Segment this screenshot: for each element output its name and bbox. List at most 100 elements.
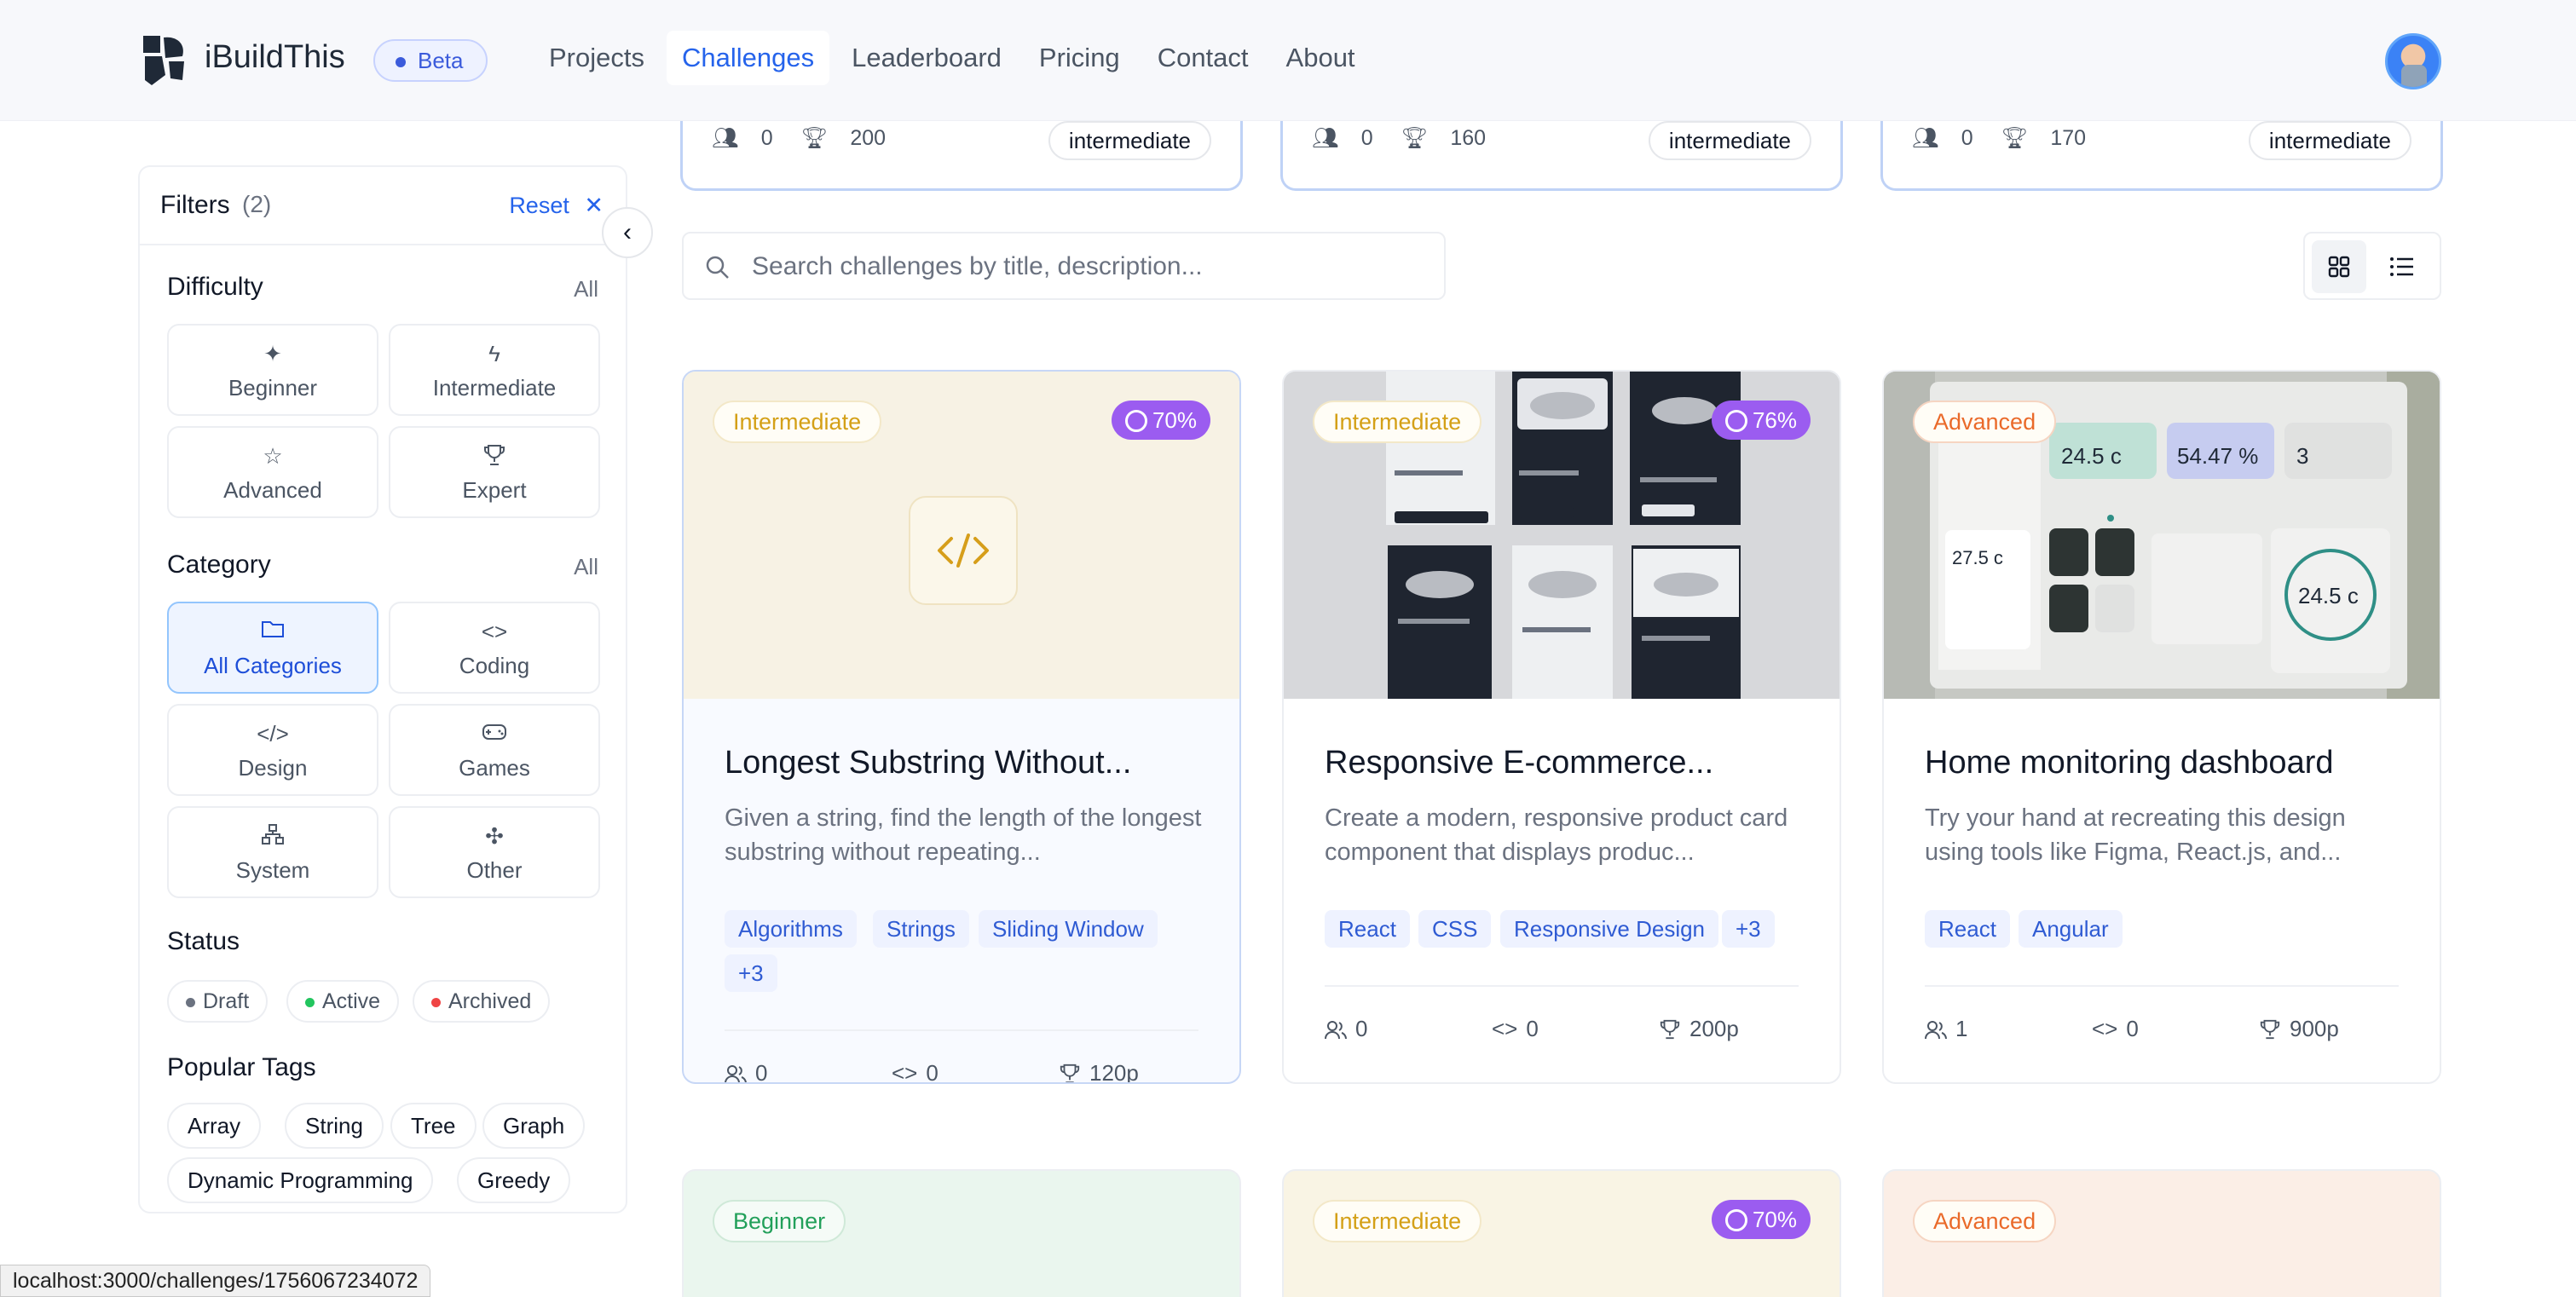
- tile-label: Games: [459, 755, 530, 781]
- card-title[interactable]: Responsive E-commerce...: [1325, 745, 1713, 781]
- users-icon: [725, 1065, 747, 1082]
- popular-tags-title: Popular Tags: [167, 1053, 316, 1081]
- challenge-card-partial[interactable]: Beginner: [682, 1169, 1241, 1297]
- difficulty-all-link[interactable]: All: [574, 276, 598, 303]
- search-bar: [682, 232, 1446, 300]
- card-title[interactable]: Home monitoring dashboard: [1925, 745, 2334, 781]
- category-system[interactable]: System: [167, 806, 378, 898]
- submissions-count: 0: [1526, 1016, 1539, 1041]
- tag-string[interactable]: String: [285, 1103, 384, 1149]
- card-title[interactable]: Longest Substring Without...: [725, 745, 1131, 781]
- submissions-stat: <> 0: [1492, 1016, 1539, 1042]
- nav-contact[interactable]: Contact: [1142, 31, 1264, 85]
- status-draft[interactable]: Draft: [167, 980, 269, 1023]
- tag-array[interactable]: Array: [167, 1103, 262, 1149]
- humidity-readout: 54.47 %: [2177, 443, 2259, 469]
- participants-stat: 1: [1925, 1016, 1967, 1042]
- difficulty-badge: Advanced: [1913, 1200, 2057, 1242]
- tag-chip[interactable]: React: [1325, 910, 1410, 948]
- list-view-button[interactable]: [2375, 240, 2429, 293]
- category-design[interactable]: </> Design: [167, 704, 378, 796]
- challenge-card-partial[interactable]: Intermediate 70%: [1282, 1169, 1841, 1297]
- nav-about[interactable]: About: [1271, 31, 1371, 85]
- category-other[interactable]: ✣ Other: [389, 806, 600, 898]
- search-input[interactable]: [752, 245, 1425, 288]
- status-label: Archived: [448, 989, 532, 1013]
- trophy-icon: 🏆︎: [800, 126, 829, 150]
- tile-label: Design: [238, 755, 308, 781]
- points-value: 200p: [1689, 1016, 1739, 1041]
- tag-chip[interactable]: Algorithms: [725, 910, 857, 948]
- nav-leaderboard[interactable]: Leaderboard: [836, 31, 1017, 85]
- trophy-icon: [1060, 1064, 1080, 1082]
- difficulty-beginner[interactable]: ✦ Beginner: [167, 324, 378, 416]
- difficulty-title: Difficulty: [167, 273, 263, 301]
- status-dot: [305, 998, 315, 1007]
- challenge-card[interactable]: Intermediate 76% Responsive E-commerce..…: [1282, 370, 1841, 1084]
- close-icon: ✕: [584, 193, 604, 218]
- card-description: Try your hand at recreating this design …: [1925, 804, 2346, 866]
- collapse-sidebar-button[interactable]: ‹: [602, 207, 653, 258]
- code-brackets-icon: <>: [2092, 1016, 2118, 1041]
- points-value: 900p: [2290, 1016, 2339, 1041]
- status-archived[interactable]: Archived: [413, 980, 551, 1023]
- category-title: Category: [167, 551, 271, 579]
- status-label: Active: [322, 989, 381, 1013]
- link-preview-statusbar: localhost:3000/challenges/1756067234072: [0, 1265, 431, 1297]
- participants-count: 0: [1355, 1016, 1368, 1041]
- filters-count: (2): [242, 191, 272, 217]
- category-all-link[interactable]: All: [574, 554, 598, 580]
- category-coding[interactable]: <> Coding: [389, 602, 600, 694]
- air-quality-readout: 3: [2296, 443, 2309, 469]
- status-dot: [186, 998, 195, 1007]
- lightning-icon: ϟ: [488, 341, 500, 366]
- difficulty-expert[interactable]: Expert: [389, 426, 600, 518]
- challenge-card-partial[interactable]: Advanced: [1882, 1169, 2441, 1297]
- nav-challenges[interactable]: Challenges: [666, 31, 830, 85]
- nav-projects[interactable]: Projects: [534, 31, 660, 85]
- tag-dynamic-programming[interactable]: Dynamic Programming: [167, 1157, 434, 1203]
- difficulty-intermediate[interactable]: ϟ Intermediate: [389, 324, 600, 416]
- ac-temperature-readout: 24.5 c: [2298, 583, 2359, 608]
- participants-stat: 0: [725, 1060, 768, 1084]
- tile-label: Intermediate: [432, 375, 557, 401]
- tag-tree[interactable]: Tree: [390, 1103, 477, 1149]
- code-icon: </>: [257, 721, 289, 746]
- submissions-stat: <> 0: [892, 1060, 939, 1084]
- tag-greedy[interactable]: Greedy: [457, 1157, 571, 1203]
- tag-graph[interactable]: Graph: [482, 1103, 586, 1149]
- tag-chip[interactable]: CSS: [1418, 910, 1492, 948]
- code-icon-tile: [909, 496, 1018, 605]
- tile-label: Expert: [462, 477, 527, 503]
- category-all[interactable]: All Categories: [167, 602, 378, 694]
- card-description: Given a string, find the length of the l…: [725, 804, 1202, 866]
- code-brackets-icon: <>: [892, 1060, 918, 1084]
- tag-chip[interactable]: Strings: [873, 910, 969, 948]
- difficulty-badge: Intermediate: [1313, 1200, 1482, 1242]
- category-games[interactable]: Games: [389, 704, 600, 796]
- trophy-icon: [390, 443, 598, 469]
- tag-chip[interactable]: Sliding Window: [979, 910, 1158, 948]
- card-divider: [1925, 985, 2399, 987]
- tag-chip[interactable]: React: [1925, 910, 2010, 948]
- ibuildthis-logo[interactable]: [140, 32, 188, 89]
- submissions-stat: <> 0: [2092, 1016, 2139, 1042]
- tag-chip[interactable]: Angular: [2019, 910, 2123, 948]
- user-avatar[interactable]: [2385, 33, 2441, 89]
- nav-pricing[interactable]: Pricing: [1024, 31, 1135, 85]
- status-label: Draft: [203, 989, 250, 1013]
- tag-chip-more[interactable]: +3: [1722, 910, 1775, 948]
- tag-chip-more[interactable]: +3: [725, 954, 777, 992]
- reset-filters-button[interactable]: Reset ✕: [509, 193, 604, 219]
- brand-name[interactable]: iBuildThis: [205, 39, 345, 76]
- difficulty-advanced[interactable]: ☆ Advanced: [167, 426, 378, 518]
- network-icon: [169, 823, 377, 849]
- challenge-card[interactable]: 24.5 c 54.47 % 3 24.5 c 27.5 c Advanced …: [1882, 370, 2441, 1084]
- grid-view-button[interactable]: [2312, 240, 2366, 293]
- participants-count: 0: [755, 1060, 768, 1084]
- users-icon: 👥︎: [1912, 126, 1939, 150]
- tag-chip[interactable]: Responsive Design: [1500, 910, 1719, 948]
- difficulty-badge: Beginner: [713, 1200, 846, 1242]
- challenge-card[interactable]: Intermediate 70% Longest Substring Witho…: [682, 370, 1241, 1084]
- status-active[interactable]: Active: [286, 980, 400, 1023]
